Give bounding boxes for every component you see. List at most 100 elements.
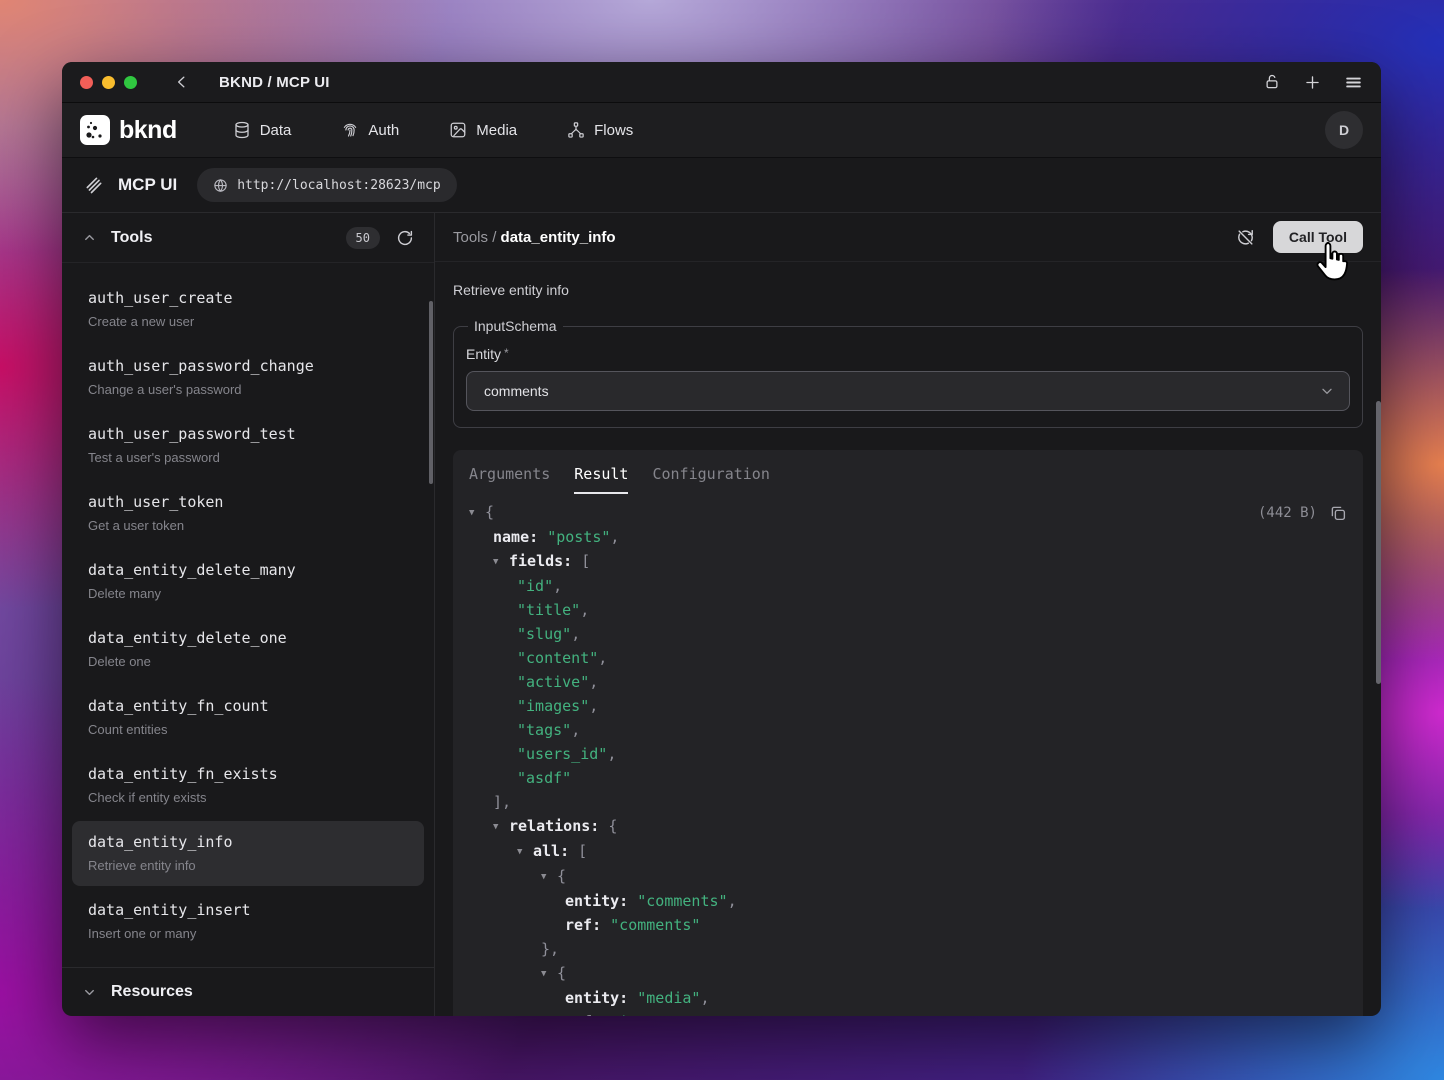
- image-icon: [449, 121, 467, 139]
- maximize-window-button[interactable]: [124, 76, 137, 89]
- tool-name: auth_user_password_change: [88, 356, 408, 376]
- main-scrollbar[interactable]: [1376, 401, 1381, 684]
- nav-label: Data: [260, 122, 292, 139]
- copy-icon: [1329, 504, 1347, 522]
- traffic-lights: [80, 76, 137, 89]
- nav-label: Flows: [594, 122, 633, 139]
- breadcrumb-current: data_entity_info: [501, 229, 616, 246]
- flow-icon: [567, 121, 585, 139]
- result-tabs: Arguments Result Configuration: [469, 450, 1347, 494]
- tab-result[interactable]: Result: [574, 465, 628, 494]
- tool-name: auth_user_token: [88, 492, 408, 512]
- input-schema-fieldset: InputSchema Entity* comments: [453, 318, 1363, 428]
- chevron-up-icon: [82, 230, 97, 245]
- nav-item-media[interactable]: Media: [449, 121, 517, 139]
- tool-name: data_entity_fn_count: [88, 696, 408, 716]
- tool-name: data_entity_delete_many: [88, 560, 408, 580]
- nav-label: Media: [476, 122, 517, 139]
- tool-list-item[interactable]: auth_user_password_change Change a user'…: [72, 345, 424, 410]
- nav-label: Auth: [368, 122, 399, 139]
- app-window: BKND / MCP UI bknd: [62, 62, 1381, 1016]
- menu-button[interactable]: [1344, 73, 1363, 92]
- chevron-down-icon: [82, 985, 97, 1000]
- refresh-tools-button[interactable]: [396, 229, 414, 247]
- breadcrumb: Tools / data_entity_info: [453, 229, 616, 246]
- tab-configuration[interactable]: Configuration: [652, 465, 769, 494]
- auto-refresh-off-button[interactable]: [1236, 228, 1255, 247]
- fingerprint-icon: [341, 121, 359, 139]
- tools-sidebar: Tools 50 auth_user_create Create a new u…: [62, 213, 435, 1016]
- titlebar: BKND / MCP UI: [62, 62, 1381, 103]
- input-schema-legend: InputSchema: [468, 318, 563, 334]
- tool-description: Change a user's password: [88, 381, 408, 399]
- tool-list-item[interactable]: auth_user_password_test Test a user's pa…: [72, 413, 424, 478]
- tool-list-item[interactable]: auth_user_token Get a user token: [72, 481, 424, 546]
- mcp-subheader: MCP UI http://localhost:28623/mcp: [62, 158, 1381, 213]
- tool-description: Get a user token: [88, 517, 408, 535]
- required-mark: *: [504, 346, 509, 360]
- json-result-view: (442 B) ▼{name: "posts",▼fields: ["id","…: [469, 500, 1347, 1016]
- tool-description: Check if entity exists: [88, 789, 408, 807]
- tool-list-item[interactable]: data_entity_info Retrieve entity info: [72, 821, 424, 886]
- result-size-badge: (442 B): [1258, 501, 1317, 525]
- close-window-button[interactable]: [80, 76, 93, 89]
- copy-result-button[interactable]: [1329, 504, 1347, 522]
- refresh-off-icon: [1236, 228, 1255, 247]
- chevron-left-icon: [173, 73, 191, 91]
- chevron-down-icon: [1319, 383, 1335, 399]
- json-lines: ▼{name: "posts",▼fields: ["id","title","…: [469, 500, 1347, 1016]
- server-url: http://localhost:28623/mcp: [237, 178, 441, 193]
- tool-detail-body: Retrieve entity info InputSchema Entity*…: [435, 262, 1381, 1016]
- tool-description: Retrieve entity info: [88, 857, 408, 875]
- server-url-pill[interactable]: http://localhost:28623/mcp: [197, 168, 457, 202]
- tools-list: auth_user_create Create a new user auth_…: [62, 263, 434, 967]
- resources-section-title: Resources: [111, 983, 193, 1001]
- nav-item-data[interactable]: Data: [233, 121, 292, 139]
- result-panel: Arguments Result Configuration (442 B) ▼…: [453, 450, 1363, 1016]
- minimize-window-button[interactable]: [102, 76, 115, 89]
- brand-name: bknd: [119, 116, 177, 145]
- tool-list-item[interactable]: data_entity_fn_exists Check if entity ex…: [72, 753, 424, 818]
- brand-logo[interactable]: bknd: [80, 115, 177, 145]
- tool-name: data_entity_fn_exists: [88, 764, 408, 784]
- resources-section-header[interactable]: Resources: [62, 967, 434, 1016]
- tool-detail-panel: Tools / data_entity_info Call Tool Retri…: [435, 213, 1381, 1016]
- bknd-logo-icon: [80, 115, 110, 145]
- tool-name: data_entity_insert: [88, 900, 408, 920]
- tool-list-item[interactable]: data_entity_insert Insert one or many: [72, 889, 424, 954]
- navbar: bknd Data Auth Media: [62, 103, 1381, 158]
- tool-description: Insert one or many: [88, 925, 408, 943]
- database-icon: [233, 121, 251, 139]
- new-tab-button[interactable]: [1303, 73, 1322, 92]
- tool-list-item[interactable]: auth_user_create Create a new user: [72, 277, 424, 342]
- user-avatar[interactable]: D: [1325, 111, 1363, 149]
- globe-icon: [213, 178, 228, 193]
- tool-description: Delete one: [88, 653, 408, 671]
- tool-list-item[interactable]: data_entity_fn_count Count entities: [72, 685, 424, 750]
- hamburger-icon: [1344, 73, 1363, 92]
- tool-name: data_entity_delete_one: [88, 628, 408, 648]
- tab-arguments[interactable]: Arguments: [469, 465, 550, 494]
- layers-icon: [84, 175, 104, 195]
- tool-description: Count entities: [88, 721, 408, 739]
- tool-description: Create a new user: [88, 313, 408, 331]
- primary-nav: Data Auth Media Flows: [233, 121, 634, 139]
- nav-item-flows[interactable]: Flows: [567, 121, 633, 139]
- refresh-icon: [396, 229, 414, 247]
- nav-item-auth[interactable]: Auth: [341, 121, 399, 139]
- entity-select[interactable]: comments: [466, 371, 1350, 411]
- lock-open-icon[interactable]: [1263, 73, 1281, 91]
- tool-name: auth_user_create: [88, 288, 408, 308]
- breadcrumb-parent[interactable]: Tools: [453, 229, 488, 246]
- entity-select-value: comments: [484, 383, 549, 399]
- tool-description: Delete many: [88, 585, 408, 603]
- window-title: BKND / MCP UI: [219, 74, 330, 91]
- call-tool-button[interactable]: Call Tool: [1273, 221, 1363, 253]
- tool-name: auth_user_password_test: [88, 424, 408, 444]
- tool-list-item[interactable]: data_entity_delete_one Delete one: [72, 617, 424, 682]
- tool-list-item[interactable]: data_entity_delete_many Delete many: [72, 549, 424, 614]
- sidebar-scrollbar[interactable]: [429, 301, 433, 484]
- tools-section-header[interactable]: Tools 50: [62, 213, 434, 263]
- entity-field-label: Entity*: [466, 346, 1350, 362]
- back-button[interactable]: [173, 73, 191, 91]
